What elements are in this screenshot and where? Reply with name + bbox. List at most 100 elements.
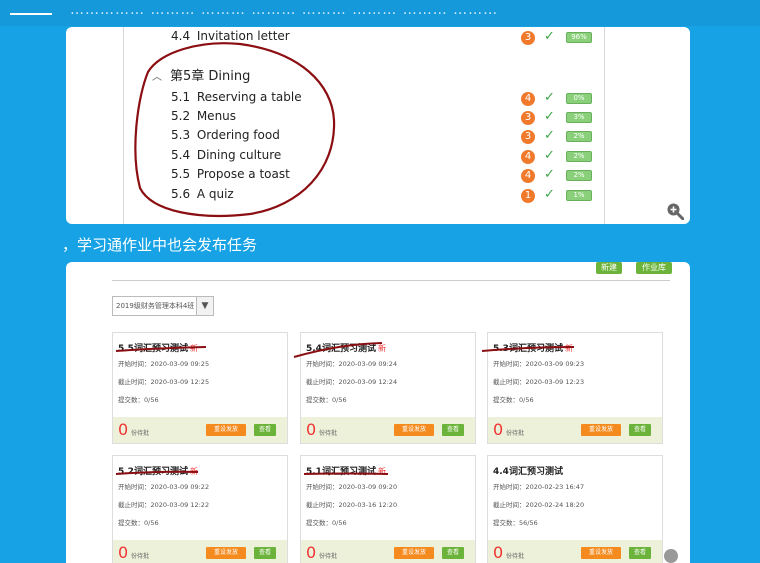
task-count-badge: 3 [521,130,535,144]
task-title[interactable]: 4.4词汇预习测试 [493,464,565,477]
library-button[interactable]: 作业库 [636,262,672,274]
end-time: 截止时间：2020-03-09 12:23 [493,378,585,386]
end-time: 截止时间：2020-02-24 18:20 [493,501,585,509]
start-time: 开始时间：2020-02-23 16:47 [493,483,585,491]
view-button[interactable]: 查看 [442,424,464,436]
progress-pill: 2% [566,151,592,162]
new-button[interactable]: 新建 [596,262,622,274]
task-footer: 0 份待批 重设发放 查看 [488,417,662,443]
view-button[interactable]: 查看 [254,424,276,436]
task-title[interactable]: 5.5词汇预习测试新 [118,341,198,354]
resend-button[interactable]: 重设发放 [206,547,246,559]
task-title[interactable]: 5.4词汇预习测试新 [306,341,386,354]
task-title[interactable]: 5.2词汇预习测试新 [118,464,198,477]
submission-count: 提交数：0/56 [118,396,159,404]
zoom-in-icon[interactable] [666,202,684,220]
check-icon: ✓ [544,128,555,143]
lesson-item[interactable]: 5.6 A quiz [171,187,234,201]
progress-pill: 0% [566,93,592,104]
task-count-badge: 3 [521,31,535,45]
homework-task-card[interactable]: 5.4词汇预习测试新 开始时间：2020-03-09 09:24 截止时间：20… [300,332,476,444]
end-time: 截止时间：2020-03-09 12:25 [118,378,210,386]
lesson-item[interactable]: 4.4 Invitation letter [171,29,290,43]
view-button[interactable]: 查看 [442,547,464,559]
pending-label: 份待批 [506,553,525,560]
check-icon: ✓ [544,187,555,202]
lesson-item[interactable]: 5.1 Reserving a table [171,90,302,104]
pending-count: 0 [118,543,129,562]
pending-label: 份待批 [131,553,150,560]
view-button[interactable]: 查看 [254,547,276,559]
check-icon: ✓ [544,29,555,44]
end-time: 截止时间：2020-03-09 12:24 [306,378,398,386]
pending-label: 份待批 [319,430,338,437]
view-button[interactable]: 查看 [629,424,651,436]
homework-task-card[interactable]: 5.5词汇预习测试新 开始时间：2020-03-09 09:25 截止时间：20… [112,332,288,444]
task-footer: 0 份待批 重设发放 查看 [301,540,475,563]
submission-count: 提交数：0/56 [118,519,159,527]
resend-button[interactable]: 重设发放 [581,424,621,436]
new-tag: 新 [189,344,198,353]
lesson-item[interactable]: 5.3 Ordering food [171,128,280,142]
pending-count: 0 [306,543,317,562]
end-time: 截止时间：2020-03-09 12:22 [118,501,210,509]
check-icon: ✓ [544,90,555,105]
pending-label: 份待批 [131,430,150,437]
homework-task-card[interactable]: 5.1词汇预习测试新 开始时间：2020-03-09 09:20 截止时间：20… [300,455,476,563]
pending-count: 0 [118,420,129,439]
class-select[interactable]: 2019级财务管理本科4班 ▼ [112,296,214,316]
progress-pill: 3% [566,112,592,123]
task-footer: 0 份待批 重设发放 查看 [488,540,662,563]
chapter-toggle[interactable]: ︿ 第5章 Dining [152,65,250,84]
active-tab-indicator [10,13,52,15]
pending-label: 份待批 [319,553,338,560]
new-tag: 新 [564,344,573,353]
task-title[interactable]: 5.1词汇预习测试新 [306,464,386,477]
resend-button[interactable]: 重设发放 [394,547,434,559]
homework-task-card[interactable]: 4.4词汇预习测试 开始时间：2020-02-23 16:47 截止时间：202… [487,455,663,563]
divider [112,280,670,281]
top-strip: …………… ……… ……… ……… ……… ……… ……… ……… [0,0,760,26]
task-count-badge: 4 [521,92,535,106]
chevron-up-icon: ︿ [152,72,162,83]
progress-pill: 2% [566,131,592,142]
faded-caption: …………… ……… ……… ……… ……… ……… ……… ……… [70,2,499,18]
task-count-badge: 1 [521,189,535,203]
resend-button[interactable]: 重设发放 [206,424,246,436]
check-icon: ✓ [544,109,555,124]
task-footer: 0 份待批 重设发放 查看 [301,417,475,443]
resend-button[interactable]: 重设发放 [394,424,434,436]
submission-count: 提交数：0/56 [493,396,534,404]
start-time: 开始时间：2020-03-09 09:20 [306,483,398,491]
pending-count: 0 [493,543,504,562]
start-time: 开始时间：2020-03-09 09:25 [118,360,210,368]
task-footer: 0 份待批 重设发放 查看 [113,417,287,443]
lesson-item[interactable]: 5.2 Menus [171,109,236,123]
end-time: 截止时间：2020-03-16 12:20 [306,501,398,509]
lesson-item[interactable]: 5.4 Dining culture [171,148,281,162]
pending-count: 0 [306,420,317,439]
homework-task-card[interactable]: 5.2词汇预习测试新 开始时间：2020-03-09 09:22 截止时间：20… [112,455,288,563]
start-time: 开始时间：2020-03-09 09:22 [118,483,210,491]
submission-count: 提交数：0/56 [306,396,347,404]
scroll-indicator [664,549,678,563]
new-tag: 新 [377,344,386,353]
start-time: 开始时间：2020-03-09 09:24 [306,360,398,368]
homework-task-card[interactable]: 5.3词汇预习测试新 开始时间：2020-03-09 09:23 截止时间：20… [487,332,663,444]
task-title[interactable]: 5.3词汇预习测试新 [493,341,573,354]
lesson-item[interactable]: 5.5 Propose a toast [171,167,290,181]
pending-count: 0 [493,420,504,439]
task-count-badge: 4 [521,169,535,183]
task-footer: 0 份待批 重设发放 查看 [113,540,287,563]
dropdown-arrow-icon: ▼ [196,297,213,315]
view-button[interactable]: 查看 [629,547,651,559]
new-tag: 新 [377,467,386,476]
check-icon: ✓ [544,167,555,182]
submission-count: 提交数：56/56 [493,519,538,527]
progress-pill: 2% [566,170,592,181]
task-count-badge: 3 [521,111,535,125]
progress-pill: 1% [566,190,592,201]
resend-button[interactable]: 重设发放 [581,547,621,559]
new-tag: 新 [189,467,198,476]
check-icon: ✓ [544,148,555,163]
